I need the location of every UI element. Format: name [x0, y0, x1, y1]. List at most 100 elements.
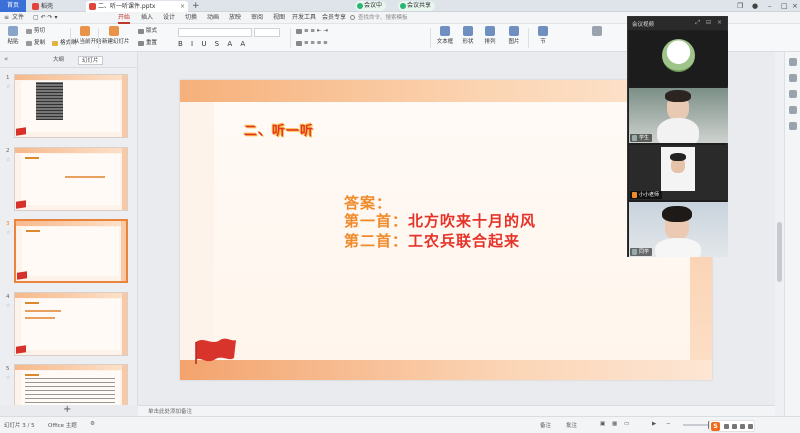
- property-icon[interactable]: [789, 58, 797, 66]
- cut-button[interactable]: 剪切: [26, 27, 45, 36]
- meeting-status-pill[interactable]: 会议中: [355, 1, 387, 11]
- menu-view[interactable]: 视图: [273, 12, 285, 24]
- scroll-thumb[interactable]: [777, 222, 782, 282]
- home-tab[interactable]: 首页: [0, 0, 26, 12]
- picture-button[interactable]: 图片: [504, 24, 524, 48]
- reset-icon: [138, 41, 144, 46]
- play-slideshow-icon[interactable]: ▶: [652, 421, 656, 427]
- shape-button[interactable]: 形状: [458, 24, 478, 48]
- new-slide-button[interactable]: 新建幻灯片: [102, 24, 130, 48]
- tab-outline[interactable]: 大纲: [50, 56, 67, 65]
- bullets-button[interactable]: ≡ ≡ ⇤ ⇥: [296, 27, 328, 36]
- menu-member[interactable]: 会员专享: [322, 12, 346, 24]
- slide-thumbnail[interactable]: [14, 292, 128, 356]
- select-icon[interactable]: [789, 106, 797, 114]
- reset-button[interactable]: 重置: [138, 39, 157, 48]
- menu-file[interactable]: 文件: [12, 12, 24, 24]
- picture-icon: [509, 26, 519, 36]
- settings-icon[interactable]: [789, 122, 797, 130]
- slide-thumbnail-list: 1 ☆ 2 ☆ 3 ☆ 4 ☆ 5 ☆: [0, 68, 137, 405]
- textbox-button[interactable]: 文本框: [434, 24, 456, 48]
- close-tab-icon[interactable]: ×: [180, 1, 185, 12]
- menu-insert[interactable]: 插入: [141, 12, 153, 24]
- paste-button[interactable]: 粘贴: [4, 24, 22, 48]
- menu-transition[interactable]: 切换: [185, 12, 197, 24]
- participant-name-tag: 学生: [630, 134, 653, 142]
- font-size-select[interactable]: [254, 28, 280, 37]
- zoom-out-icon[interactable]: −: [666, 421, 671, 427]
- format-painter-button[interactable]: 格式刷: [52, 39, 77, 48]
- participant-tile-host[interactable]: 小小老师: [629, 145, 728, 200]
- slide-number: 2: [6, 148, 10, 154]
- answer-line-2[interactable]: 第二首：工农兵联合起来: [344, 230, 520, 251]
- tab-slides[interactable]: 幻灯片: [78, 56, 103, 65]
- lang-icon[interactable]: [724, 424, 729, 429]
- view-sorter-icon[interactable]: ▦: [612, 421, 617, 427]
- meeting-window-icons[interactable]: ⤢ ⊟ ×: [695, 19, 724, 27]
- menu-home[interactable]: 开始: [118, 12, 131, 24]
- vertical-scrollbar[interactable]: [775, 52, 784, 416]
- section-button[interactable]: 节: [532, 24, 554, 48]
- participant-hair: [665, 90, 691, 102]
- participant-name-tag: 小小老师: [630, 191, 663, 199]
- slide-thumbnail[interactable]: [14, 364, 128, 405]
- layout-button[interactable]: 版式: [138, 27, 157, 36]
- answer-line-1[interactable]: 第一首：北方吹来十月的风: [344, 210, 536, 231]
- command-search[interactable]: 查找命令、搜索模板: [349, 14, 425, 22]
- menu-developer[interactable]: 开发工具: [292, 12, 316, 24]
- avatar[interactable]: ●: [752, 0, 758, 12]
- participant-tile-avatar[interactable]: [629, 31, 728, 86]
- punct-icon[interactable]: [732, 424, 737, 429]
- menu-review[interactable]: 审阅: [251, 12, 263, 24]
- menu-design[interactable]: 设计: [163, 12, 175, 24]
- answer-line-2-song: 工农兵联合起来: [408, 232, 521, 250]
- tools-icon: [592, 26, 602, 36]
- divider: [70, 28, 71, 48]
- slide-heading[interactable]: 二、听一听: [244, 120, 314, 139]
- collapse-panel-icon[interactable]: «: [4, 55, 8, 63]
- style-icon[interactable]: [789, 90, 797, 98]
- slide-thumbnail[interactable]: [14, 147, 128, 211]
- menu-slideshow[interactable]: 放映: [229, 12, 241, 24]
- slide-number: 4: [6, 294, 10, 300]
- mic-icon[interactable]: [740, 424, 745, 429]
- maximize-icon[interactable]: □: [781, 0, 788, 12]
- align-buttons[interactable]: ≡ ≡ ≡ ≡: [296, 39, 328, 48]
- close-window-icon[interactable]: ×: [792, 0, 798, 12]
- keyboard-icon[interactable]: [748, 424, 753, 429]
- quick-access-icons[interactable]: ▢ ↶ ↷ ▾: [33, 12, 57, 24]
- view-normal-icon[interactable]: ▣: [600, 421, 605, 427]
- participant-tile[interactable]: 学生: [629, 88, 728, 143]
- notes-pane[interactable]: 单击此处添加备注: [138, 405, 775, 416]
- menu-icon[interactable]: ≡: [4, 12, 9, 24]
- meeting-video-panel[interactable]: 会议视频 ⤢ ⊟ × 学生 小小老师 同学: [627, 16, 728, 257]
- font-family-select[interactable]: [178, 28, 252, 37]
- ime-toolbar[interactable]: S: [709, 420, 755, 432]
- comments-toggle[interactable]: 批注: [566, 421, 577, 429]
- brush-icon: [52, 41, 58, 46]
- share-icon: [400, 3, 406, 9]
- slide-thumbnail[interactable]: [14, 74, 128, 138]
- repair-icon[interactable]: ⚙: [90, 421, 95, 427]
- new-tab-button[interactable]: +: [192, 0, 200, 12]
- more-tools-button[interactable]: [590, 24, 604, 48]
- text-format-buttons[interactable]: B I U S A A: [178, 40, 248, 48]
- slideshow-button[interactable]: 从当前开始: [74, 24, 102, 48]
- menu-animation[interactable]: 动画: [207, 12, 219, 24]
- slide-panel-tabs: « 大纲 幻灯片: [0, 52, 137, 68]
- restore-icon[interactable]: ❐: [737, 0, 743, 12]
- slide-thumbnail-selected[interactable]: [14, 219, 128, 283]
- sogou-logo-icon: S: [711, 422, 720, 431]
- add-slide-button[interactable]: +: [63, 404, 71, 415]
- tab-docer[interactable]: 稻壳: [29, 1, 84, 12]
- meeting-share-pill[interactable]: 会议共享: [398, 1, 436, 11]
- arrange-button[interactable]: 排列: [480, 24, 500, 48]
- minimize-icon[interactable]: –: [768, 0, 772, 12]
- tab-document[interactable]: 二、听一听课件.pptx ×: [86, 1, 188, 12]
- notes-toggle[interactable]: 备注: [540, 421, 551, 429]
- copy-button[interactable]: 复制: [26, 39, 45, 48]
- star-icon: ☆: [6, 303, 11, 309]
- animation-icon[interactable]: [789, 74, 797, 82]
- view-reading-icon[interactable]: ▭: [624, 421, 629, 427]
- participant-tile[interactable]: 同学: [629, 202, 728, 257]
